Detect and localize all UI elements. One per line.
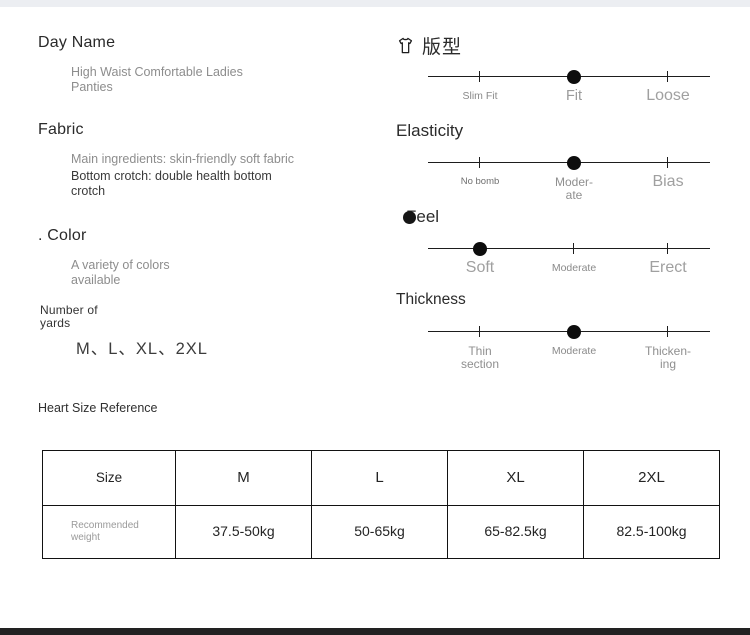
slider-scale-labels: Soft Moderate Erect bbox=[428, 259, 710, 292]
table-cell-header: 2XL bbox=[583, 450, 720, 506]
slider-scale-labels: Thin section Moderate Thicken- ing bbox=[428, 345, 710, 375]
table-header-m: M bbox=[237, 469, 250, 486]
slider-header: Elasticity bbox=[396, 120, 716, 142]
spec-block-day-name: Day Name High Waist Comfortable Ladies P… bbox=[38, 34, 261, 95]
spec-block-color: . Color A variety of colors available bbox=[38, 227, 209, 288]
slider-label: Thickness bbox=[396, 291, 466, 308]
slider-tick bbox=[479, 71, 481, 82]
slider-group-elasticity: Elasticity No bomb Moder- ate Bias bbox=[396, 120, 716, 206]
slider-tick bbox=[573, 243, 575, 254]
table-cell-header: L bbox=[311, 450, 448, 506]
top-edge-band bbox=[0, 0, 750, 7]
table-cell-value: 65-82.5kg bbox=[447, 505, 584, 559]
slider-header: Thickness bbox=[396, 289, 716, 311]
slider-group-feel: Feel Soft Moderate Erect bbox=[396, 206, 716, 292]
spec-block-number-of-yards: Number of yards M、L、XL、2XL bbox=[40, 303, 208, 358]
slider-tick bbox=[479, 157, 481, 168]
scale-label: Thin section bbox=[460, 344, 500, 371]
slider-scale-labels: Slim Fit Fit Loose bbox=[428, 87, 710, 120]
slider-track[interactable] bbox=[428, 152, 710, 174]
scale-label: Moderate bbox=[551, 345, 597, 357]
slider-knob[interactable] bbox=[567, 324, 581, 339]
slider-header: Feel bbox=[396, 206, 716, 228]
scale-label: Erect bbox=[649, 259, 687, 276]
scale-label: Slim Fit bbox=[462, 90, 498, 102]
scale-label: Fit bbox=[565, 88, 583, 104]
spec-title: Fabric bbox=[38, 121, 84, 138]
spec-value: High Waist Comfortable Ladies Panties bbox=[71, 65, 243, 94]
scale-label: Loose bbox=[646, 87, 690, 104]
table-cell-value: 37.5-50kg bbox=[175, 505, 312, 559]
table-header-xl: XL bbox=[506, 469, 525, 486]
weight-value-m: 37.5-50kg bbox=[212, 523, 275, 539]
table-cell-value: 82.5-100kg bbox=[583, 505, 720, 559]
weight-value-2xl: 82.5-100kg bbox=[616, 523, 687, 539]
table-header-size: Size bbox=[95, 470, 123, 485]
spec-title: Day Name bbox=[38, 34, 116, 51]
slider-label: 版型 bbox=[422, 36, 463, 58]
slider-tick bbox=[667, 157, 669, 168]
weight-value-xl: 65-82.5kg bbox=[484, 523, 547, 539]
slider-tick bbox=[667, 243, 669, 254]
bottom-edge-band bbox=[0, 628, 750, 635]
table-cell-header: M bbox=[175, 450, 312, 506]
slider-group-thickness: Thickness Thin section Moderate Thicken-… bbox=[396, 289, 716, 375]
scale-label: Bias bbox=[652, 173, 684, 190]
table-row: Recommended weight 37.5-50kg 50-65kg 65-… bbox=[42, 505, 720, 559]
slider-group-fit: 版型 Slim Fit Fit Loose bbox=[396, 34, 716, 120]
tshirt-icon bbox=[396, 36, 415, 55]
slider-header: 版型 bbox=[396, 34, 716, 58]
scale-label: Thicken- ing bbox=[644, 344, 692, 371]
table-cell-value: 50-65kg bbox=[311, 505, 448, 559]
slider-tick bbox=[667, 326, 669, 337]
product-spec-page: Day Name High Waist Comfortable Ladies P… bbox=[0, 0, 750, 635]
scale-label: Moderate bbox=[551, 262, 597, 274]
spec-block-fabric: Fabric Main ingredients: skin-friendly s… bbox=[38, 121, 303, 199]
table-header-l: L bbox=[375, 469, 384, 486]
slider-tick bbox=[667, 71, 669, 82]
table-row: Size M L XL 2XL bbox=[42, 450, 720, 506]
scale-label: No bomb bbox=[460, 176, 500, 187]
slider-track[interactable] bbox=[428, 66, 710, 88]
spec-title: Number of yards bbox=[40, 303, 98, 330]
spec-title: . Color bbox=[38, 227, 87, 244]
slider-scale-labels: No bomb Moder- ate Bias bbox=[428, 173, 710, 206]
slider-tick bbox=[479, 326, 481, 337]
table-cell-header: XL bbox=[447, 450, 584, 506]
scale-label: Soft bbox=[465, 259, 495, 276]
size-reference-table: Size M L XL 2XL Recommended weight 37.5-… bbox=[42, 450, 720, 559]
slider-track[interactable] bbox=[428, 321, 710, 343]
slider-knob[interactable] bbox=[473, 241, 487, 256]
size-reference-title: Heart Size Reference bbox=[38, 401, 158, 415]
table-cell-row-label: Recommended weight bbox=[42, 505, 176, 559]
scale-label: Moder- ate bbox=[554, 175, 594, 202]
slider-track[interactable] bbox=[428, 238, 710, 260]
slider-knob[interactable] bbox=[567, 69, 581, 84]
spec-value: M、L、XL、2XL bbox=[76, 340, 208, 358]
slider-knob[interactable] bbox=[567, 155, 581, 170]
table-row-label-recommended-weight: Recommended weight bbox=[71, 519, 139, 543]
table-header-2xl: 2XL bbox=[638, 469, 665, 486]
slider-label: Elasticity bbox=[396, 121, 464, 140]
spec-value-secondary: Bottom crotch: double health bottom crot… bbox=[71, 169, 272, 198]
weight-value-l: 50-65kg bbox=[354, 523, 405, 539]
spec-value: A variety of colors available bbox=[71, 258, 170, 287]
circle-icon bbox=[403, 211, 416, 224]
spec-value: Main ingredients: skin-friendly soft fab… bbox=[71, 152, 295, 166]
table-cell-header: Size bbox=[42, 450, 176, 506]
